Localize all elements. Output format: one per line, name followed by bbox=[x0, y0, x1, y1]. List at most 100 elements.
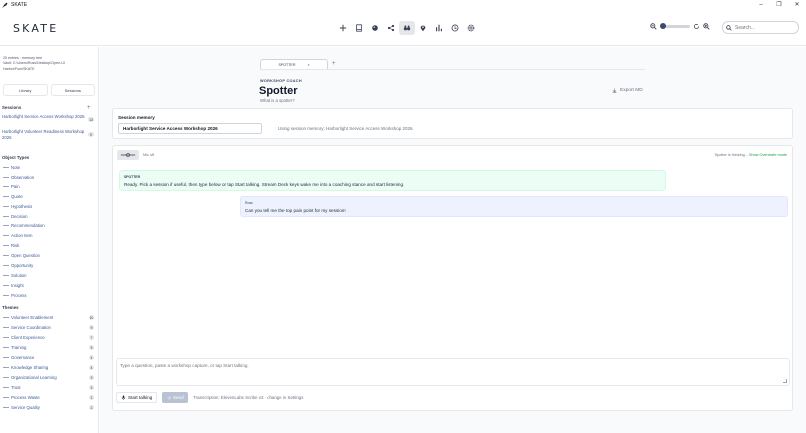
tab-library[interactable]: Library bbox=[3, 84, 48, 96]
share-icon[interactable] bbox=[383, 21, 399, 35]
object-type-item[interactable]: Observation bbox=[3, 175, 34, 180]
object-type-label: Process bbox=[11, 293, 27, 298]
send-label: Send bbox=[172, 395, 184, 400]
tab-spotter[interactable]: SPOTTER × bbox=[260, 59, 328, 69]
message-author: SPOTTER bbox=[124, 175, 141, 179]
close-icon[interactable]: ✕ bbox=[788, 0, 806, 9]
thinking-status: Spotter is thinking... bbox=[714, 153, 748, 157]
vault-info-line: Harbor\Fsm\SKATE bbox=[3, 66, 35, 71]
tab-sessions[interactable]: Sessions bbox=[50, 84, 95, 96]
tab-divider bbox=[260, 69, 645, 70]
object-type-item[interactable]: Solution bbox=[3, 273, 27, 278]
theme-label: Knowledge Sharing bbox=[11, 365, 49, 370]
session-count-badge: 13 bbox=[88, 117, 94, 122]
search-box[interactable] bbox=[722, 21, 799, 34]
gear-icon[interactable] bbox=[463, 21, 479, 35]
transcription-info: Transcription: ElevenLabs Scribe v2 · ch… bbox=[193, 395, 304, 400]
zoom-in-icon[interactable] bbox=[703, 23, 710, 30]
window-titlebar: SKATE – ❐ ✕ bbox=[0, 0, 806, 9]
chart-icon[interactable] bbox=[431, 21, 447, 35]
start-talking-label: Start talking bbox=[128, 395, 153, 400]
user-message: Ross Can you tell me the top pain point … bbox=[240, 196, 788, 217]
theme-item[interactable]: Process Waste bbox=[3, 395, 40, 400]
page-eyebrow: WORKSHOP COACH bbox=[260, 79, 302, 83]
zoom-out-icon[interactable] bbox=[650, 23, 657, 30]
tab-strip: SPOTTER × + bbox=[260, 59, 336, 69]
plus-icon[interactable] bbox=[335, 21, 351, 35]
clock-icon[interactable] bbox=[447, 21, 463, 35]
zoom-slider-thumb[interactable] bbox=[660, 23, 666, 29]
session-item[interactable]: Harborlight Service Access Workshop 2026 bbox=[2, 114, 88, 120]
palette-icon[interactable] bbox=[367, 21, 383, 35]
session-memory-select[interactable]: Harborlight Service Access Workshop 2026 bbox=[118, 123, 262, 134]
object-type-item[interactable]: Risk bbox=[3, 243, 19, 248]
theme-item[interactable]: Knowledge Sharing bbox=[3, 365, 48, 370]
object-type-item[interactable]: Hypothesis bbox=[3, 204, 32, 209]
send-button[interactable]: Send bbox=[162, 392, 189, 403]
object-type-item[interactable]: Opportunity bbox=[3, 263, 33, 268]
object-type-item[interactable]: Quote bbox=[3, 194, 23, 199]
zoom-slider[interactable] bbox=[660, 23, 690, 29]
object-type-item[interactable]: Open Question bbox=[3, 253, 40, 258]
theme-item[interactable]: Client Experience bbox=[3, 335, 45, 340]
theme-count-badge: 10 bbox=[89, 315, 94, 320]
search-input[interactable] bbox=[735, 24, 795, 31]
theme-label: Volunteer Enablement bbox=[11, 315, 54, 320]
session-item[interactable]: Harborlight Volunteer Readiness Workshop… bbox=[2, 129, 88, 140]
object-type-label: Recommendation bbox=[11, 223, 45, 228]
theme-item[interactable]: Service Coordination bbox=[3, 325, 51, 330]
close-tab-icon[interactable]: × bbox=[307, 63, 309, 67]
theme-label: Trust bbox=[11, 385, 21, 390]
sidebar: 25 entries · memory tree Vault: C:\Users… bbox=[0, 47, 99, 433]
message-author: Ross bbox=[245, 201, 253, 205]
resize-grip-icon[interactable] bbox=[783, 379, 787, 383]
feather-icon bbox=[2, 2, 8, 8]
theme-count-badge: 4 bbox=[89, 355, 94, 360]
theme-item[interactable]: Organizational Learning bbox=[3, 375, 57, 380]
binoculars-icon[interactable] bbox=[399, 21, 415, 35]
object-type-item[interactable]: Action Item bbox=[3, 233, 33, 238]
theme-label: Training bbox=[11, 345, 27, 350]
pin-icon[interactable] bbox=[415, 21, 431, 35]
theme-item[interactable]: Trust bbox=[3, 385, 21, 390]
theme-label: Client Experience bbox=[11, 335, 45, 340]
add-session-button[interactable]: + bbox=[87, 105, 91, 111]
object-type-label: Open Question bbox=[11, 253, 40, 258]
object-type-item[interactable]: Note bbox=[3, 165, 20, 170]
zoom-reset-icon[interactable] bbox=[693, 23, 700, 30]
session-memory-card: Session memory Harborlight Service Acces… bbox=[112, 108, 793, 139]
book-icon[interactable] bbox=[351, 21, 367, 35]
start-talking-button[interactable]: Start talking bbox=[116, 392, 158, 403]
object-types-heading: Object Types bbox=[2, 155, 30, 160]
object-type-label: Risk bbox=[11, 243, 20, 248]
theme-item[interactable]: Service Quality bbox=[3, 405, 40, 410]
object-type-item[interactable]: Insight bbox=[3, 283, 24, 288]
maximize-icon[interactable]: ❐ bbox=[770, 0, 788, 9]
minimize-icon[interactable]: – bbox=[752, 0, 770, 9]
theme-label: Service Quality bbox=[11, 405, 40, 410]
theme-count-badge: 4 bbox=[89, 365, 94, 370]
overdrafe-mode-link[interactable]: Show Overdrafe mode bbox=[749, 153, 787, 157]
theme-count-badge: 5 bbox=[89, 345, 94, 350]
object-type-label: Note bbox=[11, 165, 21, 170]
export-md-button[interactable]: Export MD bbox=[612, 88, 643, 93]
theme-item[interactable]: Governance bbox=[3, 355, 34, 360]
mic-toggle[interactable] bbox=[117, 150, 139, 160]
window-controls: – ❐ ✕ bbox=[752, 0, 806, 9]
page-title: Spotter bbox=[259, 85, 298, 97]
object-type-item[interactable]: Pain bbox=[3, 184, 20, 189]
mic-status-label: Mic off bbox=[143, 153, 155, 157]
theme-item[interactable]: Training bbox=[3, 345, 26, 350]
composer-actions: Start talking Send Transcription: Eleven… bbox=[116, 392, 303, 403]
what-is-spotter-link[interactable]: What is a spotter? bbox=[260, 98, 295, 103]
mic-off-icon bbox=[120, 153, 136, 157]
object-type-label: Opportunity bbox=[11, 263, 34, 268]
object-type-item[interactable]: Process bbox=[3, 293, 27, 298]
theme-count-badge: 9 bbox=[89, 325, 94, 330]
theme-item[interactable]: Volunteer Enablement bbox=[3, 315, 53, 320]
download-icon bbox=[612, 88, 617, 93]
object-type-item[interactable]: Decision bbox=[3, 214, 27, 219]
message-input[interactable] bbox=[120, 363, 785, 381]
object-type-item[interactable]: Recommendation bbox=[3, 223, 45, 228]
new-tab-button[interactable]: + bbox=[332, 61, 336, 67]
